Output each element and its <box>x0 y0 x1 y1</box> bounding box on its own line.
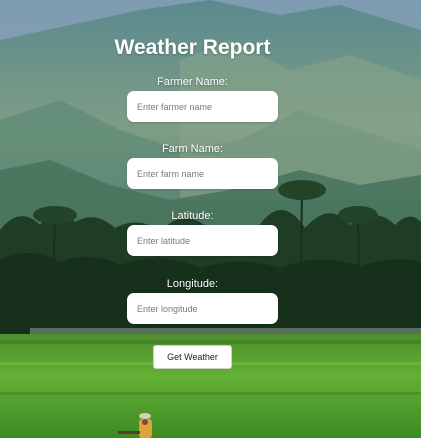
farm-name-input[interactable] <box>127 158 278 189</box>
latitude-label: Latitude: <box>171 210 214 222</box>
longitude-label: Longitude: <box>166 278 219 290</box>
farmer-name-input[interactable] <box>127 91 278 122</box>
latitude-input[interactable] <box>127 225 278 256</box>
longitude-input[interactable] <box>127 293 278 324</box>
farmer-name-label: Farmer Name: <box>157 76 228 88</box>
farm-name-label: Farm Name: <box>161 143 224 155</box>
page-title: Weather Report <box>114 36 271 59</box>
get-weather-button[interactable]: Get Weather <box>153 345 232 369</box>
